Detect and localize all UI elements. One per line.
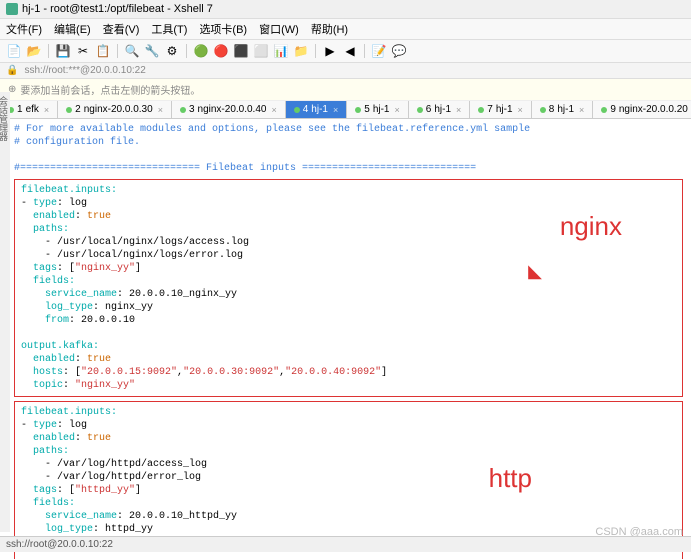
separator bbox=[364, 44, 365, 58]
tb-btn1[interactable]: ⬛ bbox=[233, 43, 249, 59]
status-dot-icon bbox=[355, 107, 361, 113]
close-icon[interactable]: × bbox=[44, 105, 49, 115]
tab-label: hj-1 bbox=[311, 104, 328, 115]
menu-help[interactable]: 帮助(H) bbox=[311, 21, 348, 37]
session-tab[interactable]: 9 nginx-20.0.0.20× bbox=[593, 101, 691, 118]
tb-btn6[interactable]: ◀ bbox=[342, 43, 358, 59]
close-icon[interactable]: × bbox=[395, 105, 400, 115]
status-bar: ssh://root@20.0.0.10:22 bbox=[0, 536, 691, 552]
window-title: hj-1 - root@test1:/opt/filebeat - Xshell… bbox=[22, 3, 213, 15]
tab-label: hj-1 bbox=[557, 104, 574, 115]
terminal-content[interactable]: # For more available modules and options… bbox=[0, 119, 691, 559]
tb-paste[interactable]: 📋 bbox=[95, 43, 111, 59]
http-label: http bbox=[489, 462, 532, 496]
session-tab[interactable]: 6 hj-1 × bbox=[409, 101, 471, 118]
comment: # For more available modules and options… bbox=[14, 123, 683, 136]
menu-tools[interactable]: 工具(T) bbox=[151, 21, 187, 37]
lock-icon: 🔒 bbox=[6, 65, 18, 76]
tb-cut[interactable]: ✂ bbox=[75, 43, 91, 59]
tab-num: 5 bbox=[364, 104, 370, 115]
tab-num: 6 bbox=[426, 104, 432, 115]
close-icon[interactable]: × bbox=[271, 105, 276, 115]
tb-btn5[interactable]: ▶ bbox=[322, 43, 338, 59]
tab-num: 2 bbox=[75, 104, 81, 115]
separator bbox=[315, 44, 316, 58]
tab-label: hj-1 bbox=[373, 104, 390, 115]
tb-btn4[interactable]: 📁 bbox=[293, 43, 309, 59]
menu-tab[interactable]: 选项卡(B) bbox=[199, 21, 247, 37]
status-dot-icon bbox=[478, 107, 484, 113]
tab-num: 4 bbox=[303, 104, 309, 115]
session-tab[interactable]: 3 nginx-20.0.0.40 × bbox=[172, 101, 286, 118]
tab-num: 3 bbox=[189, 104, 195, 115]
tb-btn3[interactable]: 📊 bbox=[273, 43, 289, 59]
toolbar: 📄 📂 💾 ✂ 📋 🔍 🔧 ⚙ 🟢 🔴 ⬛ ⬜ 📊 📁 ▶ ◀ 📝 💬 bbox=[0, 40, 691, 63]
separator bbox=[117, 44, 118, 58]
menu-edit[interactable]: 编辑(E) bbox=[54, 21, 91, 37]
tab-label: hj-1 bbox=[496, 104, 513, 115]
tab-bar: 1 efk×2 nginx-20.0.0.30×3 nginx-20.0.0.4… bbox=[0, 101, 691, 119]
session-tab[interactable]: 2 nginx-20.0.0.30 × bbox=[58, 101, 172, 118]
tb-disconnect[interactable]: 🔴 bbox=[213, 43, 229, 59]
menu-window[interactable]: 窗口(W) bbox=[259, 21, 299, 37]
hint-text: 要添加当前会话，点击左侧的箭头按钮。 bbox=[20, 82, 200, 97]
tab-num: 7 bbox=[487, 104, 493, 115]
tb-gear[interactable]: ⚙ bbox=[164, 43, 180, 59]
menu-file[interactable]: 文件(F) bbox=[6, 21, 42, 37]
separator bbox=[186, 44, 187, 58]
app-icon bbox=[6, 3, 18, 15]
status-dot-icon bbox=[294, 107, 300, 113]
address-text[interactable]: ssh://root:***@20.0.0.10:22 bbox=[24, 65, 145, 76]
status-dot-icon bbox=[180, 107, 186, 113]
status-dot-icon bbox=[601, 107, 607, 113]
status-dot-icon bbox=[540, 107, 546, 113]
nginx-config-box: nginx ◣ filebeat.inputs: - type: log ena… bbox=[14, 179, 683, 397]
close-icon[interactable]: × bbox=[456, 105, 461, 115]
close-icon[interactable]: × bbox=[158, 105, 163, 115]
status-dot-icon bbox=[66, 107, 72, 113]
tb-btn7[interactable]: 📝 bbox=[371, 43, 387, 59]
section-header: #============================== Filebeat… bbox=[14, 162, 683, 175]
tb-btn2[interactable]: ⬜ bbox=[253, 43, 269, 59]
tab-label: nginx-20.0.0.30 bbox=[84, 104, 153, 115]
session-tab[interactable]: 5 hj-1 × bbox=[347, 101, 409, 118]
hint-bar: ⊕ 要添加当前会话，点击左侧的箭头按钮。 bbox=[0, 79, 691, 101]
tab-label: efk bbox=[26, 104, 39, 115]
tb-open[interactable]: 📂 bbox=[26, 43, 42, 59]
comment: # configuration file. bbox=[14, 136, 683, 149]
tab-num: 8 bbox=[549, 104, 555, 115]
status-dot-icon bbox=[417, 107, 423, 113]
status-left: ssh://root@20.0.0.10:22 bbox=[6, 539, 113, 550]
address-bar: 🔒 ssh://root:***@20.0.0.10:22 bbox=[0, 63, 691, 79]
session-tab[interactable]: 4 hj-1 × bbox=[286, 101, 348, 118]
tb-save[interactable]: 💾 bbox=[55, 43, 71, 59]
close-icon[interactable]: × bbox=[518, 105, 523, 115]
arrow-icon: ◣ bbox=[528, 262, 542, 285]
titlebar: hj-1 - root@test1:/opt/filebeat - Xshell… bbox=[0, 0, 691, 19]
tab-num: 1 bbox=[17, 104, 23, 115]
session-tab[interactable]: 8 hj-1 × bbox=[532, 101, 594, 118]
close-icon[interactable]: × bbox=[333, 105, 338, 115]
tab-num: 9 bbox=[610, 104, 616, 115]
tab-label: nginx-20.0.0.40 bbox=[198, 104, 267, 115]
menubar: 文件(F) 编辑(E) 查看(V) 工具(T) 选项卡(B) 窗口(W) 帮助(… bbox=[0, 19, 691, 40]
separator bbox=[48, 44, 49, 58]
tb-btn8[interactable]: 💬 bbox=[391, 43, 407, 59]
session-tab[interactable]: 7 hj-1 × bbox=[470, 101, 532, 118]
tab-label: nginx-20.0.0.20 bbox=[619, 104, 688, 115]
tb-connect[interactable]: 🟢 bbox=[193, 43, 209, 59]
tab-label: hj-1 bbox=[434, 104, 451, 115]
tb-new[interactable]: 📄 bbox=[6, 43, 22, 59]
menu-view[interactable]: 查看(V) bbox=[103, 21, 140, 37]
nginx-label: nginx bbox=[560, 210, 622, 244]
close-icon[interactable]: × bbox=[579, 105, 584, 115]
tb-find[interactable]: 🔍 bbox=[124, 43, 140, 59]
tb-settings[interactable]: 🔧 bbox=[144, 43, 160, 59]
